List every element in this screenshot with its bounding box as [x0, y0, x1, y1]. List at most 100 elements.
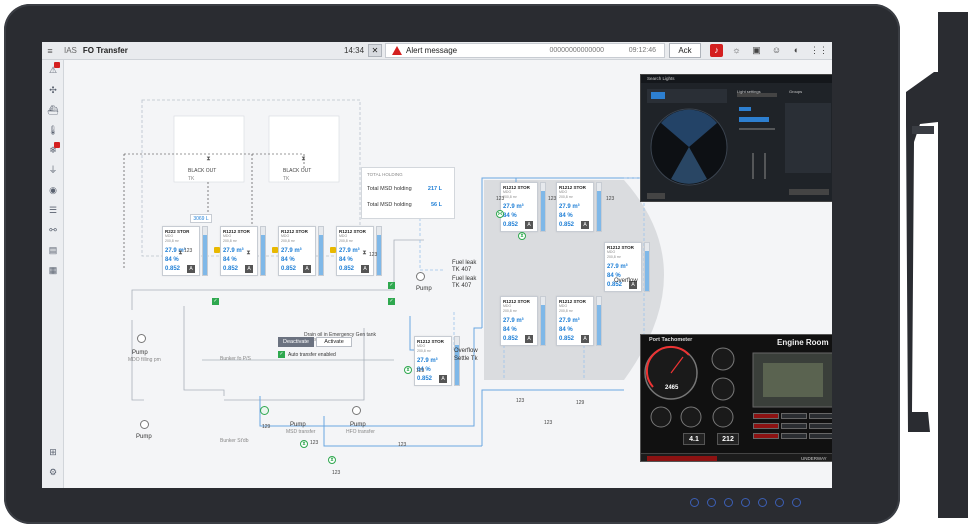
mute-icon[interactable]: ✕	[368, 44, 382, 57]
tank-sub: MDO	[165, 234, 174, 238]
tank-capacity: 200,8 m³	[559, 195, 573, 199]
search-lights-popup[interactable]: Search Lights Light settings Groups	[640, 74, 832, 202]
pump-symbol[interactable]	[416, 272, 425, 281]
auto-mode-icon[interactable]: A	[581, 221, 589, 229]
auto-mode-icon[interactable]: A	[525, 335, 533, 343]
holding-row-value: 56 L	[430, 202, 442, 208]
blackout-label: BLACK OUT	[188, 168, 217, 174]
page-title: FO Transfer	[82, 46, 128, 55]
pump-active-symbol[interactable]	[260, 406, 269, 415]
deactivate-button[interactable]: Deactivate	[278, 337, 314, 347]
fan-icon[interactable]: ✣	[47, 84, 59, 96]
valve-icon[interactable]: ⧗	[204, 156, 213, 163]
tank-card[interactable]: R1212 STOR MDO 200,8 m³ 27.9 m³ 84 % 0.852 A	[556, 296, 594, 346]
contrast-icon[interactable]: ◐	[790, 44, 803, 57]
alert-bar[interactable]: Alert message 00000000000000 09:12:46	[385, 43, 665, 58]
pump-symbol[interactable]	[137, 334, 146, 343]
auto-mode-icon[interactable]: A	[581, 335, 589, 343]
tank-card[interactable]: R1212 STOR MDO 200,8 m³ 27.9 m³ 84 % 0.852 A	[500, 182, 538, 232]
document-icon[interactable]: ▤	[47, 244, 59, 256]
auto-mode-icon[interactable]: A	[245, 265, 253, 273]
tank-level-gauge	[644, 242, 650, 292]
list-icon[interactable]: ☰	[47, 204, 59, 216]
bezel-button[interactable]	[775, 498, 784, 507]
overflow-label: Overflow	[454, 348, 478, 354]
sun-icon[interactable]: ☼	[730, 44, 743, 57]
thermometer-icon[interactable]: 🌡	[47, 124, 59, 136]
valve-open-icon[interactable]: ⧗	[328, 456, 336, 464]
tank-card[interactable]: R1212 STOR MDO 200,8 m³ 27.9 m³ 84 % 0.852 A	[604, 242, 642, 292]
bezel-button[interactable]	[758, 498, 767, 507]
blackout-label: BLACK OUT	[283, 168, 312, 174]
auto-transfer-checkbox[interactable]: ✓	[278, 351, 285, 358]
valve-open-icon[interactable]: ⋈	[496, 210, 504, 218]
pump-label: Pump	[290, 422, 306, 428]
tank-percent: 84 %	[503, 327, 517, 333]
layout-icon[interactable]: ▦	[47, 264, 59, 276]
tank-card[interactable]: R1212 STOR MDO 200,8 m³ 27.9 m³ 84 % 0.852 A	[278, 226, 316, 276]
hull-icon[interactable]: ⏚	[47, 164, 59, 176]
fuel-leak-label: Fuel leak	[452, 260, 477, 266]
valve-icon[interactable]: ⧗	[176, 250, 185, 257]
pump-label: Pump	[350, 422, 366, 428]
ok-checkbox[interactable]: ✓	[388, 298, 395, 305]
valve-open-icon[interactable]: ⧗	[300, 440, 308, 448]
gauge-icon[interactable]: ◉	[47, 184, 59, 196]
auto-mode-icon[interactable]: A	[439, 375, 447, 383]
auto-mode-icon[interactable]: A	[525, 221, 533, 229]
total-holding-panel: TOTAL HOLDING Total MSD holding 217 L To…	[361, 167, 455, 219]
tree-icon[interactable]: ⊞	[47, 446, 59, 458]
grid-icon[interactable]: ⋮⋮	[810, 44, 828, 57]
pump-symbol[interactable]	[352, 406, 361, 415]
auto-mode-icon[interactable]: A	[361, 265, 369, 273]
engine-control-button[interactable]	[781, 433, 807, 439]
valve-icon[interactable]: ⧗	[299, 156, 308, 163]
bezel-button[interactable]	[724, 498, 733, 507]
valve-open-icon[interactable]: ⧗	[404, 366, 412, 374]
pump-label: Pump	[136, 434, 152, 440]
bezel-button[interactable]	[707, 498, 716, 507]
pump-symbol[interactable]	[140, 420, 149, 429]
tank-level-fill	[541, 304, 545, 345]
valve-icon[interactable]: ⧗	[244, 250, 253, 257]
engine-control-button[interactable]	[809, 413, 832, 419]
ack-button[interactable]: Ack	[669, 43, 701, 58]
ok-checkbox[interactable]: ✓	[388, 282, 395, 289]
screen-icon[interactable]: ▣	[750, 44, 763, 57]
tank-density: 0.852	[417, 376, 433, 382]
tank-volume: 27.9 m³	[503, 204, 524, 210]
tank-capacity: 200,8 m³	[559, 309, 573, 313]
tank-card[interactable]: R1212 STOR MDO 200,8 m³ 27.9 m³ 84 % 0.852 A	[556, 182, 594, 232]
engine-control-button[interactable]	[753, 423, 779, 429]
tag-label: 129	[576, 400, 585, 406]
ok-checkbox[interactable]: ✓	[212, 298, 219, 305]
engine-control-button[interactable]	[781, 413, 807, 419]
settings-gear-icon[interactable]: ⚙	[47, 466, 59, 478]
power-button[interactable]	[792, 498, 801, 507]
popup-title: Search Lights	[641, 75, 832, 83]
auto-mode-icon[interactable]: A	[187, 265, 195, 273]
tank-volume: 27.9 m³	[503, 318, 524, 324]
engine-control-button[interactable]	[809, 433, 832, 439]
tank-density: 0.852	[559, 222, 575, 228]
engine-control-button[interactable]	[753, 413, 779, 419]
tank-card[interactable]: R1212 STOR MDO 200,8 m³ 27.9 m³ 84 % 0.852 A	[500, 296, 538, 346]
engine-room-popup[interactable]: Port Tachometer Engine Room 2465 4.1 212	[640, 334, 832, 462]
bell-icon[interactable]: ♪	[710, 44, 723, 57]
valve-icon[interactable]: ⧗	[360, 250, 369, 257]
network-icon[interactable]: ⚯	[47, 224, 59, 236]
valve-open-icon[interactable]: ⧗	[518, 232, 526, 240]
tank-level-gauge	[318, 226, 324, 276]
activate-button[interactable]: Activate	[316, 337, 352, 347]
holding-row-label: Total MSD holding	[367, 186, 412, 192]
engine-control-button[interactable]	[809, 423, 832, 429]
tank-card[interactable]: R1212 STOR MDO 200,8 m³ 27.9 m³ 84 % 0.852 A	[414, 336, 452, 386]
ship-icon[interactable]: ⛴	[47, 104, 59, 116]
auto-mode-icon[interactable]: A	[303, 265, 311, 273]
menu-icon[interactable]: ≡	[42, 46, 58, 56]
engine-control-button[interactable]	[753, 433, 779, 439]
user-icon[interactable]: ☺	[770, 44, 783, 57]
bezel-button[interactable]	[690, 498, 699, 507]
bezel-button[interactable]	[741, 498, 750, 507]
engine-control-button[interactable]	[781, 423, 807, 429]
